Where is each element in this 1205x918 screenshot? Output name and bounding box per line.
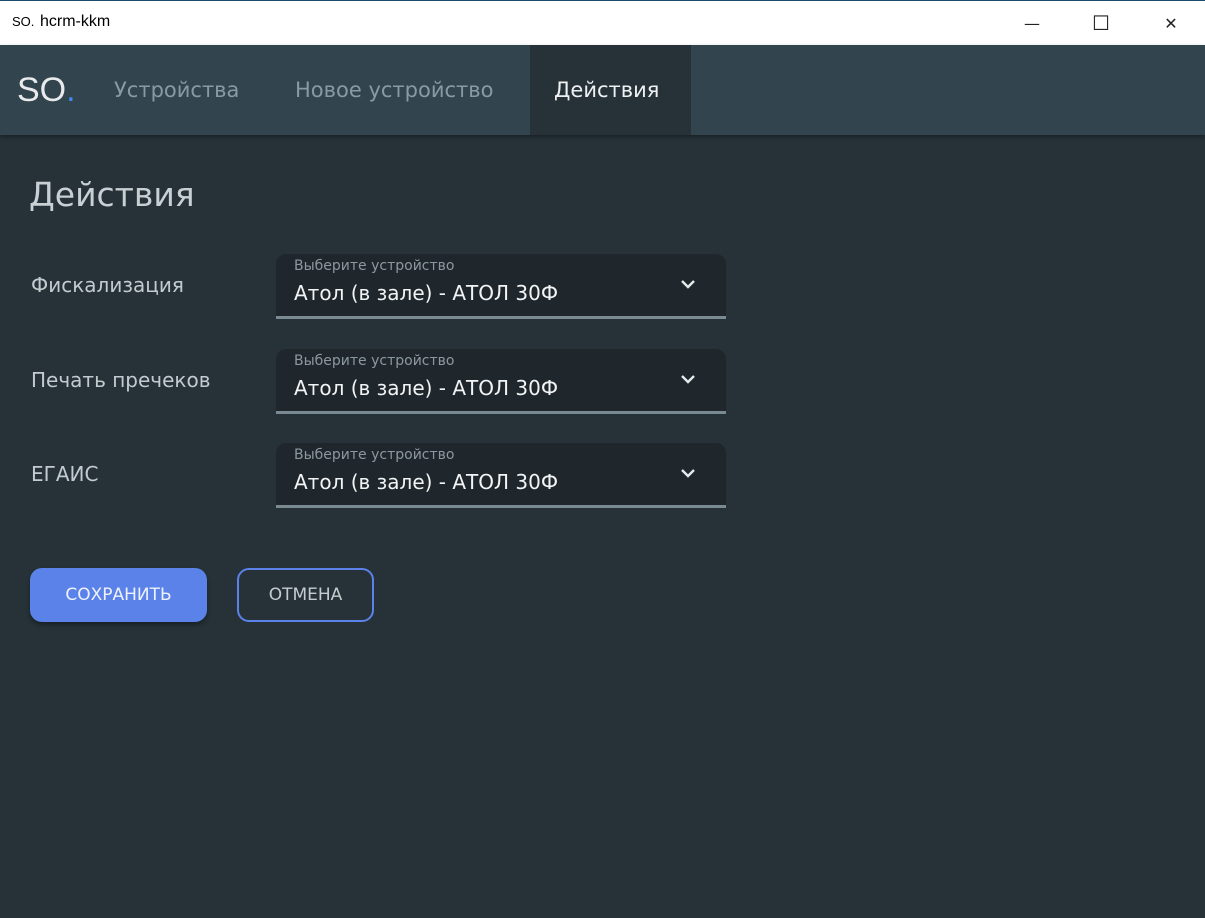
tab-devices[interactable]: Устройства: [90, 45, 263, 135]
chevron-down-icon: [681, 375, 695, 384]
precheck-device-select[interactable]: Выберите устройство Атол (в зале) - АТОЛ…: [276, 349, 726, 414]
app-bar: SO. Устройства Новое устройство Действия: [0, 45, 1205, 135]
chevron-down-icon: [681, 469, 695, 478]
fiscalization-device-select[interactable]: Выберите устройство Атол (в зале) - АТОЛ…: [276, 254, 726, 319]
select-value: Атол (в зале) - АТОЛ 30Ф: [294, 376, 559, 400]
window-title: hcrm-kkm: [40, 13, 111, 30]
app-icon: SO.: [12, 14, 35, 29]
cancel-button[interactable]: ОТМЕНА: [237, 568, 374, 622]
tab-new-device[interactable]: Новое устройство: [271, 45, 518, 135]
maximize-button[interactable]: ☐: [1078, 1, 1124, 45]
fiscalization-label: Фискализация: [31, 273, 184, 297]
brand-logo[interactable]: SO.: [17, 71, 76, 110]
select-label: Выберите устройство: [294, 258, 455, 274]
minimize-button[interactable]: —: [1009, 1, 1055, 45]
select-label: Выберите устройство: [294, 353, 455, 369]
save-button[interactable]: СОХРАНИТЬ: [30, 568, 207, 622]
select-value: Атол (в зале) - АТОЛ 30Ф: [294, 470, 559, 494]
window-titlebar: SO. hcrm-kkm — ☐ ✕: [0, 0, 1205, 45]
precheck-print-label: Печать пречеков: [31, 368, 211, 392]
chevron-down-icon: [681, 280, 695, 289]
egais-label: ЕГАИС: [31, 462, 99, 486]
page-title: Действия: [29, 175, 195, 214]
tab-actions[interactable]: Действия: [530, 45, 691, 135]
egais-device-select[interactable]: Выберите устройство Атол (в зале) - АТОЛ…: [276, 443, 726, 508]
select-value: Атол (в зале) - АТОЛ 30Ф: [294, 281, 559, 305]
close-button[interactable]: ✕: [1148, 1, 1194, 45]
select-label: Выберите устройство: [294, 447, 455, 463]
